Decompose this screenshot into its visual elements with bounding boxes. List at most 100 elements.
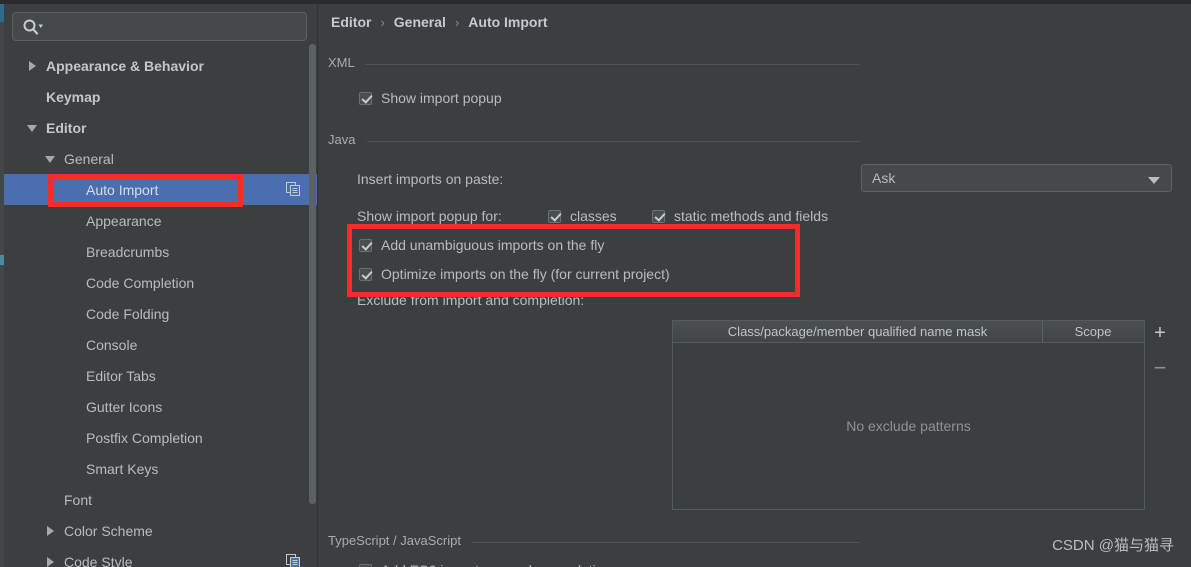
checkbox-box-icon[interactable]: [359, 563, 372, 567]
checkbox-optimize-imports[interactable]: Optimize imports on the fly (for current…: [359, 266, 670, 282]
settings-content-panel: Editor › General › Auto Import XML Show …: [317, 4, 1191, 567]
table-empty-message: No exclude patterns: [846, 418, 971, 434]
checkbox-label: Show import popup: [381, 90, 502, 106]
sidebar-item-label: Postfix Completion: [86, 429, 203, 446]
breadcrumb: Editor › General › Auto Import: [331, 14, 548, 30]
sidebar-item-editor[interactable]: Editor: [4, 112, 317, 143]
copy-settings-icon[interactable]: [286, 182, 300, 196]
checkbox-box-icon[interactable]: [359, 267, 372, 281]
sidebar-item-appearance-behavior[interactable]: Appearance & Behavior: [4, 50, 317, 81]
search-icon: [22, 18, 44, 36]
insert-imports-on-paste-select[interactable]: Ask: [861, 164, 1172, 192]
breadcrumb-separator-icon: ›: [380, 14, 385, 30]
section-divider-xml: [365, 64, 860, 65]
chevron-down-icon[interactable]: [26, 121, 40, 135]
add-exclude-pattern-button[interactable]: +: [1151, 323, 1169, 343]
checkbox-static-methods-and-fields[interactable]: static methods and fields: [652, 208, 828, 224]
chevron-down-icon[interactable]: [1148, 177, 1160, 184]
sidebar-item-label: Breadcrumbs: [86, 243, 170, 260]
checkbox-label: static methods and fields: [674, 208, 829, 224]
search-input[interactable]: [49, 14, 299, 39]
sidebar-item-general[interactable]: General: [4, 143, 317, 174]
chevron-right-icon[interactable]: [26, 59, 40, 73]
sidebar-item-gutter-icons[interactable]: Gutter Icons: [4, 391, 317, 422]
sidebar-item-label: Code Folding: [86, 305, 170, 322]
copy-settings-icon[interactable]: [286, 554, 300, 567]
checkbox-label: Add ES6 imports on code completion: [381, 562, 611, 567]
checkbox-classes[interactable]: classes: [548, 208, 617, 224]
sidebar-item-postfix-completion[interactable]: Postfix Completion: [4, 422, 317, 453]
show-import-popup-for-label: Show import popup for:: [357, 208, 502, 224]
settings-dialog: Appearance & Behavior Keymap Editor General…: [0, 0, 1191, 567]
select-value: Ask: [872, 170, 896, 186]
sidebar-item-console[interactable]: Console: [4, 329, 317, 360]
insert-imports-on-paste-label: Insert imports on paste:: [357, 171, 504, 187]
sidebar-item-smart-keys[interactable]: Smart Keys: [4, 453, 317, 484]
chevron-right-icon[interactable]: [44, 524, 58, 538]
settings-tree: Appearance & Behavior Keymap Editor General…: [4, 50, 317, 567]
section-divider-typescript: [472, 542, 860, 543]
sidebar-item-code-completion[interactable]: Code Completion: [4, 267, 317, 298]
section-divider-java: [367, 141, 860, 142]
checkbox-show-import-popup-xml[interactable]: Show import popup: [359, 90, 502, 106]
chevron-right-icon[interactable]: [44, 555, 58, 567]
checkbox-label: classes: [570, 208, 617, 224]
exclude-patterns-table[interactable]: Class/package/member qualified name mask…: [672, 320, 1145, 510]
search-box[interactable]: [12, 12, 307, 41]
sidebar-item-label: Editor: [46, 119, 87, 136]
table-header-row: Class/package/member qualified name mask…: [673, 321, 1144, 343]
sidebar-item-font[interactable]: Font: [4, 484, 317, 515]
watermark: CSDN @猫与猫寻: [1052, 537, 1174, 554]
checkbox-add-unambiguous-imports[interactable]: Add unambiguous imports on the fly: [359, 237, 604, 253]
sidebar-item-label: Code Completion: [86, 274, 195, 291]
checkbox-label: Optimize imports on the fly (for current…: [381, 266, 670, 282]
sidebar-item-breadcrumbs[interactable]: Breadcrumbs: [4, 236, 317, 267]
section-label-typescript: TypeScript / JavaScript: [328, 533, 468, 548]
settings-sidebar: Appearance & Behavior Keymap Editor General…: [4, 4, 317, 567]
sidebar-item-editor-tabs[interactable]: Editor Tabs: [4, 360, 317, 391]
checkbox-box-icon[interactable]: [548, 209, 561, 223]
sidebar-item-keymap[interactable]: Keymap: [4, 81, 317, 112]
checkbox-box-icon[interactable]: [359, 91, 372, 105]
sidebar-item-label: Color Scheme: [64, 522, 153, 539]
sidebar-item-label: Code Style: [64, 553, 133, 567]
chevron-down-icon[interactable]: [44, 152, 58, 166]
panel-divider: [317, 4, 318, 567]
checkbox-add-es6-imports[interactable]: Add ES6 imports on code completion: [359, 562, 611, 567]
section-label-xml: XML: [328, 55, 362, 70]
sidebar-scrollbar-thumb[interactable]: [309, 44, 316, 504]
table-column-header-mask[interactable]: Class/package/member qualified name mask: [673, 321, 1043, 342]
breadcrumb-separator-icon: ›: [454, 14, 460, 30]
sidebar-item-label: General: [64, 150, 114, 167]
exclude-from-import-label: Exclude from import and completion:: [357, 292, 585, 308]
sidebar-item-label: Appearance: [86, 212, 162, 229]
checkbox-box-icon[interactable]: [652, 209, 665, 223]
sidebar-item-code-style[interactable]: Code Style: [4, 546, 317, 567]
table-column-header-scope[interactable]: Scope: [1043, 321, 1143, 342]
sidebar-item-label: Gutter Icons: [86, 398, 163, 415]
sidebar-item-label: Smart Keys: [86, 460, 159, 477]
sidebar-item-label: Auto Import: [86, 181, 159, 198]
sidebar-item-auto-import[interactable]: Auto Import: [4, 174, 317, 205]
breadcrumb-item-auto-import[interactable]: Auto Import: [468, 14, 547, 30]
section-label-java: Java: [328, 132, 363, 147]
sidebar-item-color-scheme[interactable]: Color Scheme: [4, 515, 317, 546]
sidebar-item-appearance[interactable]: Appearance: [4, 205, 317, 236]
breadcrumb-item-general[interactable]: General: [394, 14, 446, 30]
breadcrumb-item-editor[interactable]: Editor: [331, 14, 371, 30]
remove-exclude-pattern-button[interactable]: −: [1151, 357, 1169, 379]
sidebar-item-label: Console: [86, 336, 138, 353]
sidebar-item-code-folding[interactable]: Code Folding: [4, 298, 317, 329]
checkbox-box-icon[interactable]: [359, 238, 372, 252]
